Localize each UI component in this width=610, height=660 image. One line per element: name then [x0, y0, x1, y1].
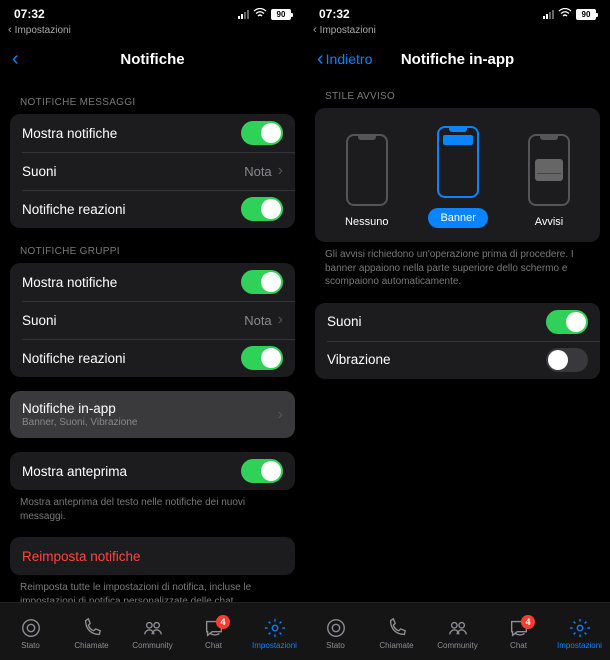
chevron-right-icon: ›: [278, 406, 283, 424]
phone-icon: [81, 617, 103, 639]
group-groups: Mostra notifiche Suoni Nota › Notifiche …: [10, 263, 295, 377]
group-inapp: Notifiche in-app Banner, Suoni, Vibrazio…: [10, 391, 295, 438]
battery-icon: 90: [576, 9, 596, 20]
chevron-right-icon: ›: [278, 311, 283, 329]
chevron-right-icon: ›: [278, 162, 283, 180]
row-sounds[interactable]: Suoni: [315, 303, 600, 341]
toggle-group-reactions[interactable]: [241, 346, 283, 370]
row-show-notifications[interactable]: Mostra notifiche: [10, 114, 295, 152]
toggle-show-preview[interactable]: [241, 459, 283, 483]
community-icon: [447, 617, 469, 639]
content-scroll[interactable]: STILE AVVISO Nessuno Banner Avvisi Gli a…: [305, 79, 610, 602]
style-option-none[interactable]: Nessuno: [345, 134, 388, 228]
preview-note: Mostra anteprima del testo nelle notific…: [10, 490, 295, 523]
phone-left: 07:32 90 ‹ Impostazioni ‹ Notifiche NOTI…: [0, 0, 305, 660]
style-preview-alerts: [528, 134, 570, 206]
gear-icon: [264, 617, 286, 639]
reset-note: Reimposta tutte le impostazioni di notif…: [10, 575, 295, 602]
phone-right: 07:32 90 ‹ Impostazioni ‹Indietro Notifi…: [305, 0, 610, 660]
style-option-alerts[interactable]: Avvisi: [528, 134, 570, 228]
section-label-groups: NOTIFICHE GRUPPI: [10, 228, 295, 263]
signal-icon: [238, 10, 249, 19]
group-reset: Reimposta notifiche: [10, 537, 295, 575]
row-group-reactions[interactable]: Notifiche reazioni: [10, 339, 295, 377]
breadcrumb-label: Impostazioni: [320, 25, 376, 36]
section-label-messages: NOTIFICHE MESSAGGI: [10, 79, 295, 114]
tab-bar: Stato Chiamate Community 4 Chat Impostaz…: [0, 602, 305, 660]
back-button[interactable]: ‹: [12, 48, 19, 71]
tab-community[interactable]: Community: [122, 617, 183, 650]
wifi-icon: [558, 7, 572, 21]
row-show-preview[interactable]: Mostra anteprima: [10, 452, 295, 490]
phone-icon: [386, 617, 408, 639]
row-vibration[interactable]: Vibrazione: [315, 341, 600, 379]
status-bar: 07:32 90: [305, 0, 610, 24]
style-note: Gli avvisi richiedono un'operazione prim…: [315, 242, 600, 289]
status-right: 90: [543, 7, 596, 21]
style-option-banner[interactable]: Banner: [428, 126, 487, 228]
community-icon: [142, 617, 164, 639]
back-button[interactable]: ‹Indietro: [317, 48, 372, 71]
chat-badge: 4: [216, 615, 230, 629]
chat-badge: 4: [521, 615, 535, 629]
breadcrumb-label: Impostazioni: [15, 25, 71, 36]
row-group-sounds[interactable]: Suoni Nota ›: [10, 301, 295, 339]
breadcrumb[interactable]: ‹ Impostazioni: [0, 24, 305, 39]
chevron-left-icon: ‹: [8, 24, 12, 36]
section-label-style: STILE AVVISO: [315, 79, 600, 108]
status-bar: 07:32 90: [0, 0, 305, 24]
toggle-reactions[interactable]: [241, 197, 283, 221]
nav-bar: ‹ Notifiche: [0, 39, 305, 79]
style-preview-banner: [437, 126, 479, 198]
toggle-group-show-notifications[interactable]: [241, 270, 283, 294]
signal-icon: [543, 10, 554, 19]
tab-settings[interactable]: Impostazioni: [244, 617, 305, 650]
gear-icon: [569, 617, 591, 639]
tab-chat[interactable]: 4 Chat: [183, 617, 244, 650]
group-messages: Mostra notifiche Suoni Nota › Notifiche …: [10, 114, 295, 228]
style-preview-none: [346, 134, 388, 206]
status-time: 07:32: [14, 7, 45, 21]
alert-style-picker: Nessuno Banner Avvisi: [315, 108, 600, 242]
tab-chat[interactable]: 4 Chat: [488, 617, 549, 650]
toggle-sounds[interactable]: [546, 310, 588, 334]
nav-bar: ‹Indietro Notifiche in-app: [305, 39, 610, 79]
tab-calls[interactable]: Chiamate: [366, 617, 427, 650]
row-reactions[interactable]: Notifiche reazioni: [10, 190, 295, 228]
row-sounds[interactable]: Suoni Nota ›: [10, 152, 295, 190]
chevron-left-icon: ‹: [313, 24, 317, 36]
breadcrumb[interactable]: ‹ Impostazioni: [305, 24, 610, 39]
tab-status[interactable]: Stato: [0, 617, 61, 650]
tab-settings[interactable]: Impostazioni: [549, 617, 610, 650]
battery-icon: 90: [271, 9, 291, 20]
tab-bar: Stato Chiamate Community 4 Chat Impostaz…: [305, 602, 610, 660]
status-time: 07:32: [319, 7, 350, 21]
tab-status[interactable]: Stato: [305, 617, 366, 650]
group-sound-vibration: Suoni Vibrazione: [315, 303, 600, 379]
row-group-show-notifications[interactable]: Mostra notifiche: [10, 263, 295, 301]
content-scroll[interactable]: NOTIFICHE MESSAGGI Mostra notifiche Suon…: [0, 79, 305, 602]
tab-calls[interactable]: Chiamate: [61, 617, 122, 650]
row-reset-notifications[interactable]: Reimposta notifiche: [10, 537, 295, 575]
toggle-show-notifications[interactable]: [241, 121, 283, 145]
status-icon: [325, 617, 347, 639]
tab-community[interactable]: Community: [427, 617, 488, 650]
status-right: 90: [238, 7, 291, 21]
group-preview: Mostra anteprima: [10, 452, 295, 490]
wifi-icon: [253, 7, 267, 21]
page-title: Notifiche: [12, 51, 293, 68]
row-inapp-notifications[interactable]: Notifiche in-app Banner, Suoni, Vibrazio…: [10, 391, 295, 438]
status-icon: [20, 617, 42, 639]
toggle-vibration[interactable]: [546, 348, 588, 372]
